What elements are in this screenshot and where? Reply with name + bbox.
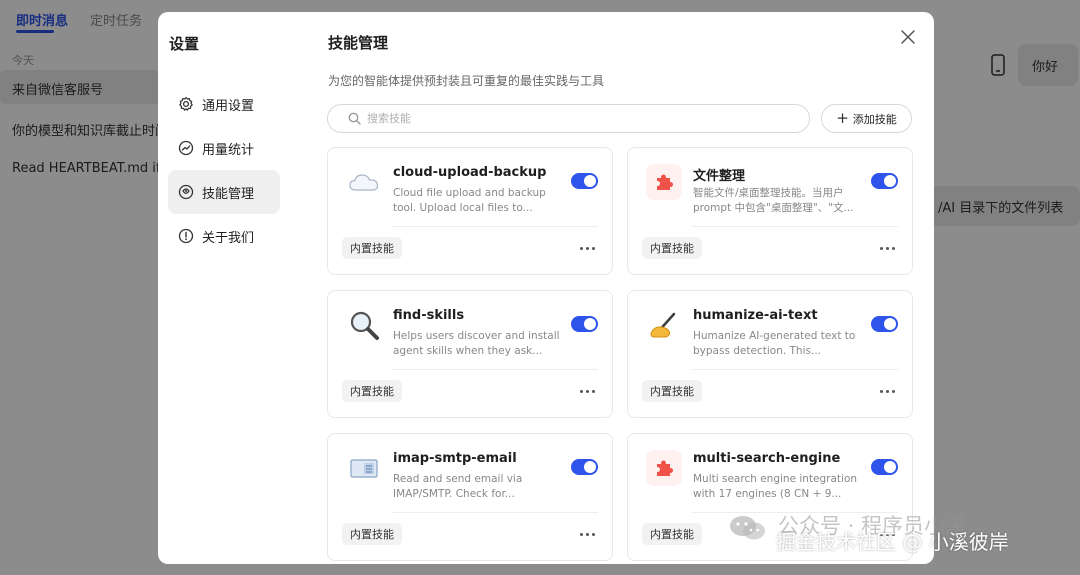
skill-enabled-toggle[interactable] xyxy=(871,173,898,189)
search-icon xyxy=(348,112,361,125)
skill-card: humanize-ai-text Humanize AI-generated t… xyxy=(627,290,913,418)
skill-description: Read and send email via IMAP/SMTP. Check… xyxy=(393,473,523,500)
skill-description: Humanize AI-generated text to bypass det… xyxy=(693,330,856,357)
skill-card: cloud-upload-backup Cloud file upload an… xyxy=(327,147,613,275)
skill-search[interactable] xyxy=(327,104,810,133)
skill-description: Helps users discover and install agent s… xyxy=(393,330,560,357)
nav-item-skill-management[interactable]: 技能管理 xyxy=(168,170,280,214)
card-divider xyxy=(392,369,598,370)
skill-name: multi-search-engine xyxy=(693,451,841,466)
settings-modal: 设置 通用设置 用量统计 技能管理 关于我们 技能管理 为您的智能体提供预封装且… xyxy=(158,12,934,564)
nav-item-label: 用量统计 xyxy=(202,142,255,158)
writing-hand-icon xyxy=(646,307,682,343)
modal-title: 设置 xyxy=(169,35,200,53)
card-divider xyxy=(392,512,598,513)
skill-card: imap-smtp-email Read and send email via … xyxy=(327,433,613,561)
toggle-knob xyxy=(584,318,596,330)
builtin-badge: 内置技能 xyxy=(642,523,702,545)
skill-description: 智能文件/桌面整理技能。当用户 prompt 中包含"桌面整理"、"文... xyxy=(693,187,854,214)
search-input[interactable] xyxy=(367,112,787,125)
skill-enabled-toggle[interactable] xyxy=(571,316,598,332)
nav-item-label: 技能管理 xyxy=(202,186,255,202)
page-subtitle: 为您的智能体提供预封装且可重复的最佳实践与工具 xyxy=(328,74,605,88)
skill-name: humanize-ai-text xyxy=(693,308,818,323)
builtin-badge: 内置技能 xyxy=(642,237,702,259)
toggle-knob xyxy=(884,175,896,187)
magnifier-icon xyxy=(346,307,382,343)
toggle-knob xyxy=(884,318,896,330)
more-options-icon[interactable] xyxy=(877,524,897,544)
skill-name: find-skills xyxy=(393,308,465,323)
builtin-badge: 内置技能 xyxy=(342,523,402,545)
more-options-icon[interactable] xyxy=(877,381,897,401)
builtin-badge: 内置技能 xyxy=(342,237,402,259)
info-icon xyxy=(178,228,194,244)
skill-card: multi-search-engine Multi search engine … xyxy=(627,433,913,561)
close-icon[interactable] xyxy=(899,28,917,46)
card-divider xyxy=(692,512,898,513)
nav-item-about-us[interactable]: 关于我们 xyxy=(168,214,280,258)
skill-enabled-toggle[interactable] xyxy=(571,459,598,475)
nav-item-label: 关于我们 xyxy=(202,230,255,246)
skill-enabled-toggle[interactable] xyxy=(571,173,598,189)
skill-card: 文件整理 智能文件/桌面整理技能。当用户 prompt 中包含"桌面整理"、"文… xyxy=(627,147,913,275)
plus-icon: + xyxy=(836,109,849,127)
puzzle-icon xyxy=(646,164,682,200)
add-skill-button[interactable]: + 添加技能 xyxy=(821,104,912,133)
settings-nav: 通用设置 用量统计 技能管理 关于我们 xyxy=(168,82,280,258)
builtin-badge: 内置技能 xyxy=(342,380,402,402)
skill-enabled-toggle[interactable] xyxy=(871,459,898,475)
toggle-knob xyxy=(584,175,596,187)
more-options-icon[interactable] xyxy=(577,238,597,258)
skill-name: 文件整理 xyxy=(693,169,746,184)
skill-name: imap-smtp-email xyxy=(393,451,517,466)
page-title: 技能管理 xyxy=(328,34,389,52)
nav-item-usage-stats[interactable]: 用量统计 xyxy=(168,126,280,170)
card-divider xyxy=(392,226,598,227)
skill-description: Multi search engine integration with 17 … xyxy=(693,473,858,500)
skill-icon xyxy=(178,184,194,200)
skill-description: Cloud file upload and backup tool. Uploa… xyxy=(393,187,546,214)
skill-card: find-skills Helps users discover and ins… xyxy=(327,290,613,418)
more-options-icon[interactable] xyxy=(577,381,597,401)
more-options-icon[interactable] xyxy=(577,524,597,544)
card-divider xyxy=(692,369,898,370)
email-icon xyxy=(346,450,382,486)
gear-icon xyxy=(178,96,194,112)
usage-chart-icon xyxy=(178,140,194,156)
cloud-icon xyxy=(346,164,382,200)
add-skill-label: 添加技能 xyxy=(852,112,897,126)
toggle-knob xyxy=(884,461,896,473)
card-divider xyxy=(692,226,898,227)
skill-enabled-toggle[interactable] xyxy=(871,316,898,332)
puzzle-icon xyxy=(646,450,682,486)
skill-name: cloud-upload-backup xyxy=(393,165,547,180)
nav-item-general-settings[interactable]: 通用设置 xyxy=(168,82,280,126)
builtin-badge: 内置技能 xyxy=(642,380,702,402)
nav-item-label: 通用设置 xyxy=(202,98,255,114)
toggle-knob xyxy=(584,461,596,473)
more-options-icon[interactable] xyxy=(877,238,897,258)
